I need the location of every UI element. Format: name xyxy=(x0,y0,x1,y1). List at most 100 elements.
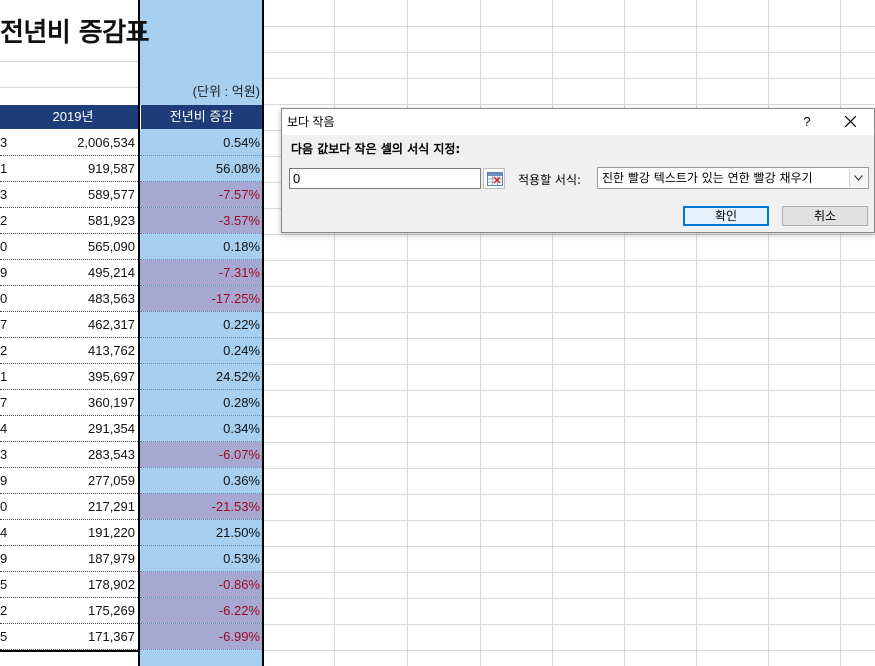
cell-stub[interactable]: 4 xyxy=(0,520,8,545)
cell-change[interactable]: 0.22% xyxy=(140,312,262,337)
cell-change[interactable]: -0.86% xyxy=(140,572,262,597)
dropdown-button[interactable] xyxy=(849,169,867,187)
table-row: 1 395,697 24.52% xyxy=(0,364,264,390)
cell-change[interactable]: -6.22% xyxy=(140,598,262,623)
cell-stub[interactable]: 9 xyxy=(0,468,8,493)
dialog-titlebar[interactable]: 보다 작음 ? xyxy=(282,109,874,135)
cell-value-2019[interactable]: 360,197 xyxy=(8,390,138,415)
gridline xyxy=(407,0,408,666)
cell-change[interactable]: 21.50% xyxy=(140,520,262,545)
cancel-button[interactable]: 취소 xyxy=(782,206,868,226)
cell-stub[interactable]: 5 xyxy=(0,624,8,649)
cell-change[interactable]: -21.53% xyxy=(140,494,262,519)
cell-stub[interactable]: 2 xyxy=(0,598,8,623)
table-bottom-border xyxy=(0,650,138,652)
cell-change[interactable]: -3.57% xyxy=(140,208,262,233)
cell-change[interactable]: 0.53% xyxy=(140,546,262,571)
cell-stub[interactable]: 1 xyxy=(0,364,8,389)
sheet-title: 전년비 증감표 xyxy=(0,18,150,48)
table-row: 0 483,563 -17.25% xyxy=(0,286,264,312)
cell-change[interactable]: 0.18% xyxy=(140,234,262,259)
cell-value-2019[interactable]: 395,697 xyxy=(8,364,138,389)
ok-button[interactable]: 확인 xyxy=(683,206,769,226)
table-row: 9 277,059 0.36% xyxy=(0,468,264,494)
cell-value-2019[interactable]: 919,587 xyxy=(8,156,138,181)
cell-value-2019[interactable]: 187,979 xyxy=(8,546,138,571)
chevron-down-icon xyxy=(854,175,863,181)
cell-stub[interactable]: 1 xyxy=(0,156,8,181)
gridline xyxy=(264,338,875,339)
cell-change[interactable]: -7.31% xyxy=(140,260,262,285)
threshold-input[interactable] xyxy=(289,168,481,189)
gridline xyxy=(264,520,875,521)
cell-stub[interactable]: 5 xyxy=(0,572,8,597)
cell-value-2019[interactable]: 291,354 xyxy=(8,416,138,441)
gridline xyxy=(0,61,140,62)
cell-stub[interactable]: 3 xyxy=(0,182,8,207)
cell-change[interactable]: 0.34% xyxy=(140,416,262,441)
cell-value-2019[interactable]: 178,902 xyxy=(8,572,138,597)
cell-value-2019[interactable]: 413,762 xyxy=(8,338,138,363)
close-button[interactable] xyxy=(834,109,868,135)
gridline xyxy=(768,0,769,666)
spreadsheet-grid[interactable]: 전년비 증감표 (단위 : 억원) 2019년 전년비 증감 3 2,006,53… xyxy=(0,0,875,666)
cell-stub[interactable]: 3 xyxy=(0,442,8,467)
table-row: 7 462,317 0.22% xyxy=(0,312,264,338)
gridline xyxy=(264,104,875,105)
cell-stub[interactable]: 9 xyxy=(0,260,8,285)
cell-stub[interactable]: 3 xyxy=(0,130,8,155)
gridline xyxy=(264,416,875,417)
cell-change[interactable]: -6.99% xyxy=(140,624,262,649)
cell-value-2019[interactable]: 495,214 xyxy=(8,260,138,285)
cell-change[interactable]: -17.25% xyxy=(140,286,262,311)
cell-change[interactable]: -7.57% xyxy=(140,182,262,207)
cell-change[interactable]: 56.08% xyxy=(140,156,262,181)
cell-change[interactable]: 0.36% xyxy=(140,468,262,493)
table-row: 2 581,923 -3.57% xyxy=(0,208,264,234)
cell-value-2019[interactable]: 175,269 xyxy=(8,598,138,623)
range-select-button[interactable] xyxy=(483,168,505,189)
cell-value-2019[interactable]: 483,563 xyxy=(8,286,138,311)
cell-value-2019[interactable]: 565,090 xyxy=(8,234,138,259)
table-row: 2 413,762 0.24% xyxy=(0,338,264,364)
cell-stub[interactable]: 0 xyxy=(0,494,8,519)
help-button[interactable]: ? xyxy=(792,109,822,135)
cell-value-2019[interactable]: 589,577 xyxy=(8,182,138,207)
table-row: 1 919,587 56.08% xyxy=(0,156,264,182)
cell-change[interactable]: 0.54% xyxy=(140,130,262,155)
cell-stub[interactable]: 2 xyxy=(0,208,8,233)
cell-value-2019[interactable]: 462,317 xyxy=(8,312,138,337)
cell-value-2019[interactable]: 217,291 xyxy=(8,494,138,519)
table-row: 0 565,090 0.18% xyxy=(0,234,264,260)
gridline xyxy=(334,0,335,666)
gridline xyxy=(264,442,875,443)
cell-change[interactable]: 0.28% xyxy=(140,390,262,415)
cell-value-2019[interactable]: 2,006,534 xyxy=(8,130,138,155)
format-label: 적용할 서식: xyxy=(518,173,582,187)
cell-change[interactable]: 24.52% xyxy=(140,364,262,389)
cell-value-2019[interactable]: 581,923 xyxy=(8,208,138,233)
cell-stub[interactable]: 7 xyxy=(0,390,8,415)
gridline xyxy=(264,78,875,79)
unit-label: (단위 : 억원) xyxy=(192,84,260,99)
cell-stub[interactable]: 0 xyxy=(0,234,8,259)
table-row: 9 495,214 -7.31% xyxy=(0,260,264,286)
gridline xyxy=(264,364,875,365)
header-cell-2019[interactable]: 2019년 xyxy=(8,105,138,129)
gridline xyxy=(840,0,841,666)
cell-value-2019[interactable]: 283,543 xyxy=(8,442,138,467)
cell-stub[interactable]: 7 xyxy=(0,312,8,337)
format-select[interactable]: 진한 빨강 텍스트가 있는 연한 빨강 채우기 xyxy=(597,167,869,189)
range-select-icon xyxy=(487,172,503,186)
cell-change[interactable]: -6.07% xyxy=(140,442,262,467)
cell-value-2019[interactable]: 171,367 xyxy=(8,624,138,649)
cell-change[interactable]: 0.24% xyxy=(140,338,262,363)
cell-value-2019[interactable]: 191,220 xyxy=(8,520,138,545)
gridline xyxy=(552,0,553,666)
cell-stub[interactable]: 2 xyxy=(0,338,8,363)
header-cell-change[interactable]: 전년비 증감 xyxy=(140,105,262,129)
cell-stub[interactable]: 4 xyxy=(0,416,8,441)
cell-stub[interactable]: 0 xyxy=(0,286,8,311)
cell-value-2019[interactable]: 277,059 xyxy=(8,468,138,493)
cell-stub[interactable]: 9 xyxy=(0,546,8,571)
